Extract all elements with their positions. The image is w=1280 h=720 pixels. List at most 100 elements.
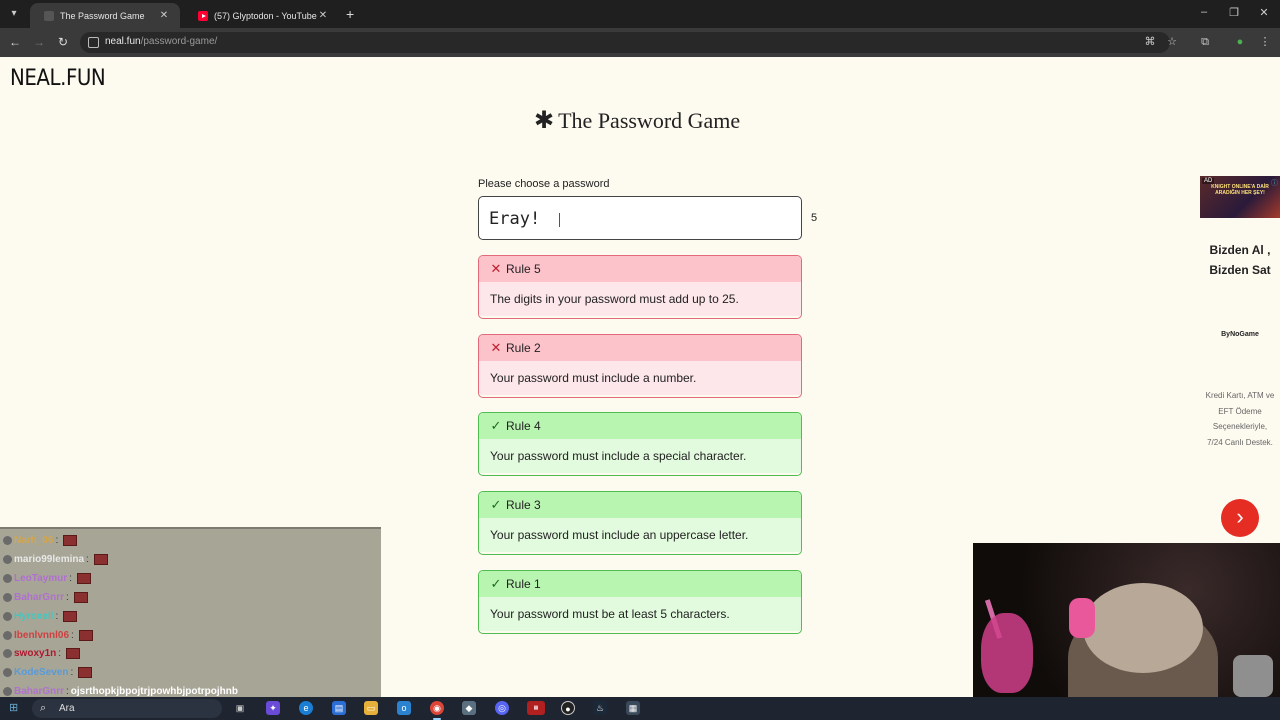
rule-header: ✓ Rule 3 bbox=[479, 492, 801, 518]
youtube-favicon-icon bbox=[198, 10, 208, 21]
outlook-icon[interactable]: o bbox=[397, 701, 411, 715]
rule-label: Rule 5 bbox=[506, 262, 541, 276]
chat-message: Hyroxell: bbox=[3, 607, 78, 626]
rule-box: ✓ Rule 3 Your password must include an upp… bbox=[478, 491, 802, 555]
streamer-head bbox=[1083, 583, 1203, 673]
close-window-icon[interactable]: ✕ bbox=[1257, 6, 1271, 19]
chat-username: Narh_06 bbox=[14, 535, 54, 546]
rule-description: Your password must include a number. bbox=[479, 361, 801, 395]
rule-header: ✕ Rule 5 bbox=[479, 256, 801, 282]
store-icon[interactable]: ▤ bbox=[332, 701, 346, 715]
game-app-icon[interactable]: ▦ bbox=[527, 701, 545, 715]
ad-headline[interactable]: Bizden Al , Bizden Sat bbox=[1200, 240, 1280, 280]
rule-label: Rule 1 bbox=[506, 577, 541, 591]
cross-icon: ✕ bbox=[490, 340, 502, 355]
rule-box: ✓ Rule 4 Your password must include a spec… bbox=[478, 412, 802, 476]
badge-icon bbox=[3, 573, 12, 583]
emote-icon bbox=[63, 535, 78, 546]
badge-icon bbox=[3, 592, 12, 602]
ad-image[interactable]: AD ⓘ KNIGHT ONLINE'A DAİR ARADIĞIN HER Ş… bbox=[1200, 176, 1280, 218]
task-view-icon[interactable]: ▣ bbox=[233, 701, 247, 715]
chat-username: swoxy1n bbox=[14, 648, 57, 660]
tab-search-icon[interactable]: ▾ bbox=[6, 6, 22, 22]
emote-icon bbox=[76, 572, 91, 584]
tab-youtube[interactable]: (57) Glyptodon - YouTube ✕ bbox=[184, 3, 339, 28]
ad-banner[interactable]: AD ⓘ KNIGHT ONLINE'A DAİR ARADIĞIN HER Ş… bbox=[1200, 176, 1280, 546]
badge-icon bbox=[3, 630, 12, 640]
chat-separator: : bbox=[55, 535, 59, 546]
badge-icon bbox=[3, 611, 12, 621]
ad-chevron-right-icon[interactable]: › bbox=[1221, 499, 1259, 537]
back-icon[interactable]: ← bbox=[7, 34, 23, 50]
chat-text: ojsrthopkjbpojtrjpowhbjpotrpojhnb bbox=[70, 686, 238, 698]
reload-icon[interactable]: ↻ bbox=[55, 34, 71, 50]
rule-label: Rule 2 bbox=[506, 341, 541, 355]
tab-password-game[interactable]: The Password Game ✕ bbox=[30, 3, 180, 28]
search-icon: ⌕ bbox=[40, 702, 47, 714]
chat-username: Ibenlvnnl06 bbox=[14, 629, 70, 641]
bookmark-star-icon[interactable]: ☆ bbox=[1166, 36, 1178, 48]
stream-chat-overlay: Narh_06: mario99lemina: LeoTaymur: BaharGnr… bbox=[0, 527, 381, 697]
close-tab-icon[interactable]: ✕ bbox=[158, 10, 170, 21]
forward-icon[interactable]: → bbox=[31, 34, 47, 50]
rule-label: Rule 3 bbox=[506, 498, 541, 512]
extensions-icon[interactable]: ⧉ bbox=[1199, 36, 1211, 48]
windows-start-icon[interactable]: ⊞ bbox=[9, 702, 21, 714]
emote-icon bbox=[73, 591, 88, 603]
restore-icon[interactable]: ❐ bbox=[1227, 6, 1241, 19]
windows-taskbar: ⊞ ⌕ Ara ▣ ✦ e ▤ ▭ o ◉ ◆ ◎ ▦ ● ♨ ▦ bbox=[0, 697, 1280, 720]
profile-icon[interactable]: ● bbox=[1234, 36, 1246, 48]
edge-icon[interactable]: e bbox=[299, 701, 313, 715]
chat-message: LeoTaymur: bbox=[3, 569, 91, 588]
ad-choices-icon[interactable]: ⓘ bbox=[1271, 178, 1278, 188]
url-path: /password-game/ bbox=[140, 36, 218, 47]
chat-separator: : bbox=[70, 667, 74, 679]
file-explorer-icon[interactable]: ▭ bbox=[364, 701, 378, 715]
copilot-icon[interactable]: ✦ bbox=[266, 701, 280, 715]
password-label: Please choose a password bbox=[478, 178, 610, 190]
tab-title: (57) Glyptodon - YouTube bbox=[214, 10, 317, 21]
badge-icon bbox=[3, 668, 12, 678]
calculator-icon[interactable]: ▦ bbox=[626, 701, 640, 715]
tab-title: The Password Game bbox=[60, 10, 145, 21]
site-info-icon[interactable] bbox=[88, 37, 99, 48]
obs-icon[interactable]: ● bbox=[561, 701, 575, 715]
emote-icon bbox=[66, 648, 81, 660]
app-icon[interactable]: ◆ bbox=[462, 701, 476, 715]
cross-icon: ✕ bbox=[490, 261, 502, 276]
chat-username: BaharGnrr bbox=[14, 686, 65, 698]
rule-box: ✓ Rule 1 Your password must be at least 5 … bbox=[478, 570, 802, 634]
emote-icon bbox=[78, 667, 93, 679]
minimize-icon[interactable]: – bbox=[1197, 6, 1211, 18]
badge-icon bbox=[3, 687, 12, 697]
webcam-overlay bbox=[973, 543, 1280, 697]
star-favicon-icon bbox=[44, 10, 54, 21]
menu-kebab-icon[interactable]: ⋮ bbox=[1259, 36, 1271, 48]
chrome-icon[interactable]: ◉ bbox=[430, 701, 444, 720]
close-tab-icon[interactable]: ✕ bbox=[317, 10, 329, 21]
rule-label: Rule 4 bbox=[506, 419, 541, 433]
emote-icon bbox=[93, 553, 108, 565]
site-logo[interactable]: NEAL.FUN bbox=[10, 66, 106, 91]
chat-username: BaharGnrr bbox=[14, 591, 65, 603]
url-field[interactable]: neal.fun/password-game/ bbox=[80, 32, 1170, 53]
password-value: Eray! bbox=[489, 209, 541, 229]
chat-separator: : bbox=[58, 648, 62, 660]
chat-separator: : bbox=[55, 610, 59, 622]
password-input[interactable]: Eray! bbox=[478, 196, 802, 240]
url-domain: neal.fun bbox=[105, 36, 141, 47]
taskbar-search[interactable]: ⌕ Ara bbox=[32, 699, 222, 718]
ad-body-text: Kredi Kartı, ATM ve EFT Ödeme Seçenekler… bbox=[1205, 391, 1275, 447]
chat-separator: : bbox=[69, 572, 72, 584]
browser-tab-bar: ▾ The Password Game ✕ (57) Glyptodon - Y… bbox=[0, 0, 1280, 28]
taskbar-search-placeholder: Ara bbox=[59, 703, 75, 714]
steam-icon[interactable]: ♨ bbox=[593, 701, 607, 715]
new-tab-button[interactable]: + bbox=[346, 6, 360, 22]
rule-description: Your password must include an uppercase … bbox=[479, 518, 801, 552]
translate-icon[interactable]: ⌘ bbox=[1144, 36, 1156, 48]
rule-description: Your password must include a special cha… bbox=[479, 439, 801, 473]
rule-header: ✓ Rule 4 bbox=[479, 413, 801, 439]
rule-description: Your password must be at least 5 charact… bbox=[479, 597, 801, 631]
asterisk-icon: ✱ bbox=[534, 108, 555, 134]
discord-icon[interactable]: ◎ bbox=[495, 701, 509, 715]
